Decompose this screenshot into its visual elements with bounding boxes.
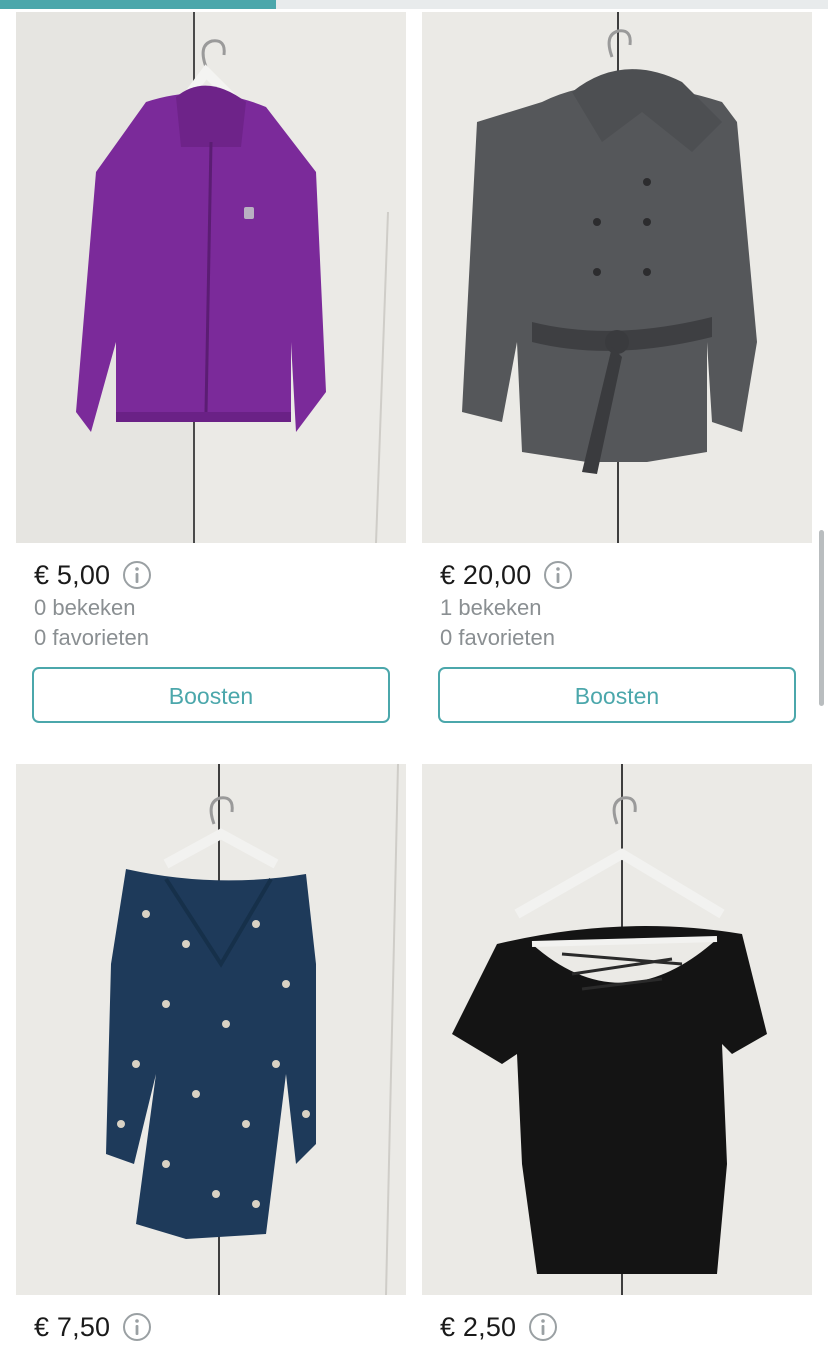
grey-coat-image <box>422 12 812 543</box>
black-tshirt-image <box>422 764 812 1295</box>
purple-jacket-image <box>16 12 406 543</box>
listing-photo-grey-wool-coat[interactable] <box>422 12 812 543</box>
scroll-progress-fill <box>0 0 276 9</box>
price-label: € 5,00 <box>34 559 111 590</box>
listing-card[interactable]: € 5,00 0 bekeken 0 favorieten Boosten <box>16 12 406 723</box>
price-label: € 2,50 <box>440 1311 517 1342</box>
price-label: € 20,00 <box>440 559 532 590</box>
listing-photo-black-t-shirt[interactable] <box>422 764 812 1295</box>
info-circle-icon[interactable] <box>543 560 573 590</box>
boost-button[interactable]: Boosten <box>32 667 390 723</box>
price-row: € 20,00 <box>440 557 812 593</box>
listing-card[interactable]: € 20,00 1 bekeken 0 favorieten Boosten <box>422 12 812 723</box>
favorites-count: 0 favorieten <box>440 625 555 650</box>
price-row: € 2,50 <box>440 1309 812 1345</box>
listing-photo-purple-jacket[interactable] <box>16 12 406 543</box>
info-circle-icon[interactable] <box>528 1312 558 1342</box>
vertical-scrollbar[interactable] <box>819 530 824 706</box>
boost-button[interactable]: Boosten <box>438 667 796 723</box>
listing-card[interactable]: € 7,50 <box>16 764 406 1345</box>
views-count: 1 bekeken <box>440 595 542 620</box>
listing-grid-screen: € 5,00 0 bekeken 0 favorieten Boosten € … <box>0 0 828 1359</box>
price-row: € 7,50 <box>34 1309 406 1345</box>
views-count: 0 bekeken <box>34 595 136 620</box>
listing-card[interactable]: € 2,50 <box>422 764 812 1345</box>
scroll-progress-bar <box>0 0 828 9</box>
listing-photo-navy-floral-dress[interactable] <box>16 764 406 1295</box>
info-circle-icon[interactable] <box>122 560 152 590</box>
favorites-count: 0 favorieten <box>34 625 149 650</box>
price-row: € 5,00 <box>34 557 406 593</box>
price-label: € 7,50 <box>34 1311 111 1342</box>
navy-dress-image <box>16 764 406 1295</box>
info-circle-icon[interactable] <box>122 1312 152 1342</box>
